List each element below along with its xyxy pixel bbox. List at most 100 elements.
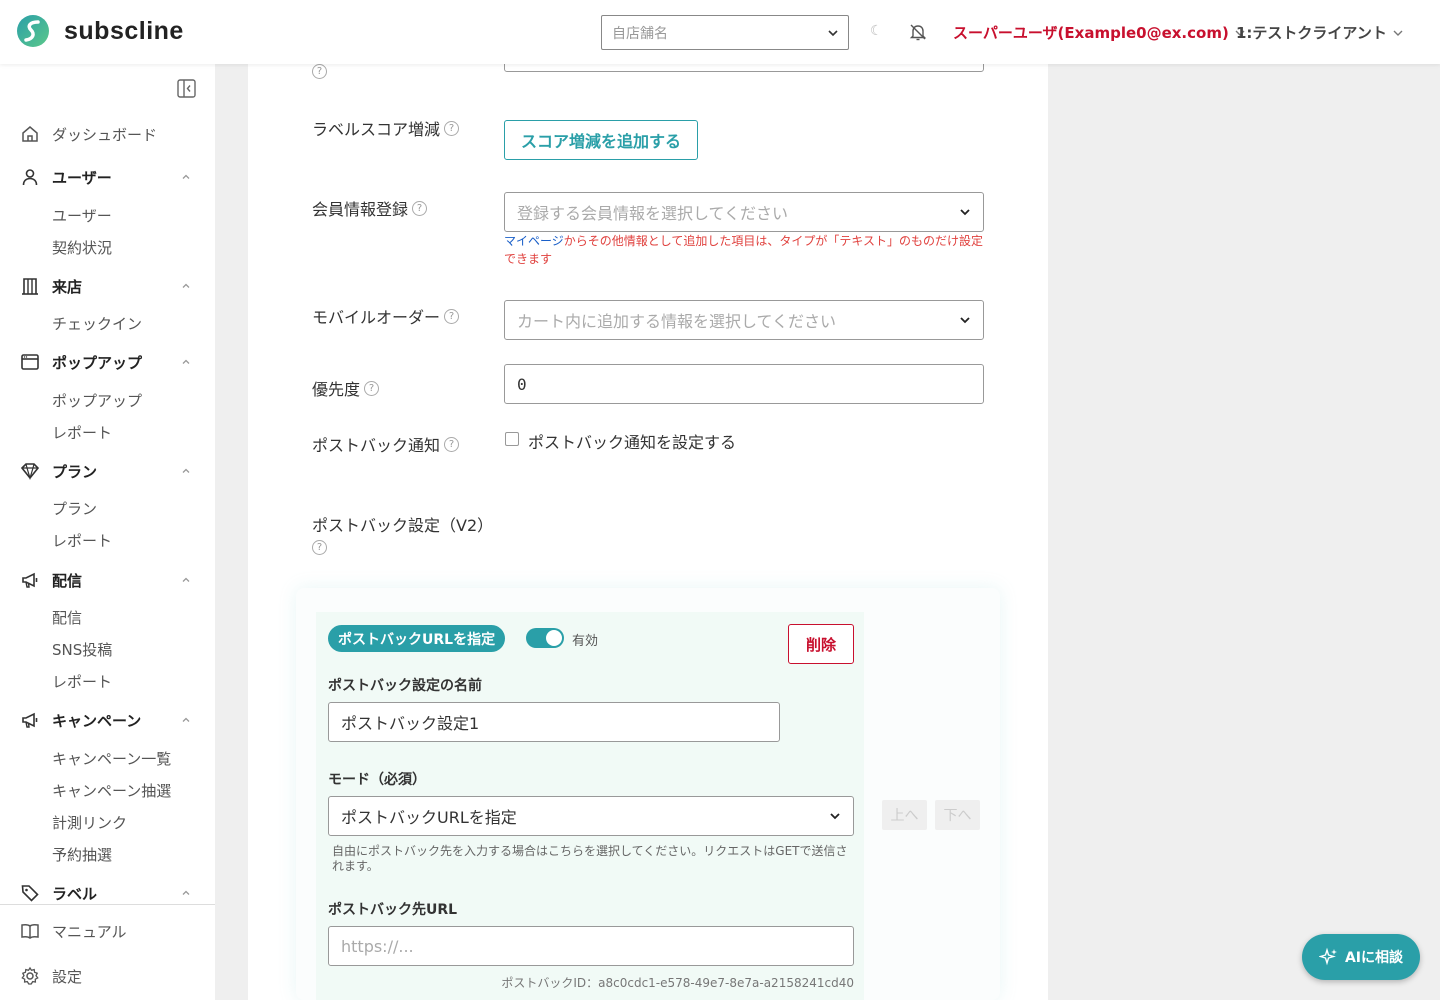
sidebar-item-campaign-lottery[interactable]: キャンペーン抽選	[52, 779, 171, 803]
book-icon	[21, 923, 39, 939]
megaphone-icon	[22, 572, 38, 588]
chevron-down-icon	[828, 29, 838, 36]
chevron-up-icon	[182, 468, 190, 473]
postback-notify-checkbox-label[interactable]: ポストバック通知を設定する	[528, 429, 736, 453]
dark-mode-icon[interactable]: ☾	[870, 23, 883, 39]
delete-postback-button[interactable]: 削除	[788, 624, 854, 664]
sidebar-group-plans[interactable]: プラン	[0, 455, 215, 487]
sidebar-group-popups[interactable]: ポップアップ	[0, 346, 215, 378]
home-icon	[22, 126, 38, 142]
previous-field-input[interactable]	[504, 64, 984, 72]
postback-notify-label: ポストバック通知 ?	[312, 432, 460, 456]
member-info-label-text: 会員情報登録	[312, 200, 409, 219]
priority-value: 0	[517, 374, 527, 394]
sidebar-item-reservation-lottery[interactable]: 予約抽選	[52, 843, 112, 867]
sidebar-group-label: ユーザー	[52, 168, 112, 187]
chevron-down-icon	[830, 813, 840, 820]
chevron-up-icon	[182, 359, 190, 364]
help-icon[interactable]: ?	[312, 540, 327, 555]
add-score-change-button[interactable]: スコア増減を追加する	[504, 120, 698, 160]
postback-name-label: ポストバック設定の名前	[328, 678, 482, 694]
move-up-button[interactable]: 上へ	[882, 800, 927, 830]
postback-url-label: ポストバック先URL	[328, 902, 458, 918]
help-icon[interactable]: ?	[444, 308, 460, 324]
sidebar-item-users[interactable]: ユーザー	[52, 204, 112, 228]
postback-enabled-toggle[interactable]	[526, 628, 564, 648]
sidebar-item-delivery-reports[interactable]: レポート	[52, 670, 112, 694]
sidebar-group-campaign[interactable]: キャンペーン	[0, 704, 215, 736]
sidebar-group-users[interactable]: ユーザー	[0, 161, 215, 193]
sidebar-item-label: 設定	[52, 967, 83, 986]
priority-input[interactable]: 0	[504, 364, 984, 404]
sidebar-item-manual[interactable]: マニュアル	[0, 915, 215, 947]
user-menu[interactable]: スーパーユーザ(Example0@ex.com)	[953, 22, 1245, 43]
client-name: 1:テストクライアント	[1236, 24, 1387, 42]
move-down-button[interactable]: 下へ	[935, 800, 980, 830]
postback-v2-label-text: ポストバック設定（V2）	[312, 516, 494, 535]
sidebar-item-dashboard[interactable]: ダッシュボード	[0, 118, 215, 150]
sidebar-item-campaign-list[interactable]: キャンペーン一覧	[52, 747, 171, 771]
sidebar-group-visits[interactable]: 来店	[0, 270, 215, 302]
sidebar-item-contracts[interactable]: 契約状況	[52, 236, 112, 260]
mobile-order-placeholder: カート内に追加する情報を選択してください	[517, 312, 837, 331]
help-icon[interactable]: ?	[364, 380, 380, 396]
postback-id: ポストバックID：a8c0cdc1-e578-49e7-8e7a-a215824…	[501, 976, 854, 990]
building-icon	[22, 278, 38, 295]
help-icon[interactable]: ?	[312, 64, 327, 79]
postback-url-placeholder: https://...	[341, 936, 414, 956]
sidebar-item-sns[interactable]: SNS投稿	[52, 638, 112, 662]
sidebar-item-settings[interactable]: 設定	[0, 960, 215, 992]
priority-label-text: 優先度	[312, 380, 361, 399]
postback-v2-label: ポストバック設定（V2）	[312, 512, 493, 536]
postback-mode-select[interactable]: ポストバックURLを指定	[328, 796, 854, 836]
ai-consult-button[interactable]: AIに相談	[1302, 934, 1420, 980]
help-icon[interactable]: ?	[444, 436, 460, 452]
postback-type-tag: ポストバックURLを指定	[328, 625, 506, 652]
help-icon[interactable]: ?	[444, 120, 460, 136]
sidebar-bottom: マニュアル 設定	[0, 904, 215, 1000]
store-select[interactable]: 自店舗名	[601, 15, 849, 50]
help-icon[interactable]: ?	[412, 200, 428, 216]
chevron-up-icon	[182, 890, 190, 895]
sidebar-group-delivery[interactable]: 配信	[0, 564, 215, 596]
tag-icon	[21, 885, 39, 902]
postback-notify-label-text: ポストバック通知	[312, 436, 441, 455]
sidebar-group-label: キャンペーン	[52, 711, 142, 730]
bell-off-icon[interactable]	[908, 22, 928, 42]
label-score-label: ラベルスコア増減 ?	[312, 116, 460, 140]
member-info-note: マイページからその他情報として追加した項目は、タイプが「テキスト」のものだけ設定…	[504, 232, 988, 268]
sidebar-group-label: 配信	[52, 571, 83, 590]
sidebar-item-popups[interactable]: ポップアップ	[52, 389, 142, 413]
logo[interactable]: subscline	[16, 14, 184, 48]
user-icon	[22, 169, 38, 186]
main-form-card: ? ラベルスコア増減 ? スコア増減を追加する 会員情報登録 ? 登録する会員情…	[248, 64, 1048, 1000]
sidebar-group-labels[interactable]: ラベル	[0, 877, 215, 904]
mypage-link[interactable]: マイページ	[504, 234, 564, 248]
postback-url-input[interactable]: https://...	[328, 926, 854, 966]
sidebar-item-plans[interactable]: プラン	[52, 497, 97, 521]
sidebar-group-label: ラベル	[52, 884, 98, 903]
postback-mode-label: モード（必須）	[328, 772, 426, 788]
mobile-order-label: モバイルオーダー ?	[312, 304, 460, 328]
subscline-logo-icon	[17, 15, 49, 47]
sidebar-item-popup-reports[interactable]: レポート	[52, 421, 112, 445]
mobile-order-select[interactable]: カート内に追加する情報を選択してください	[504, 300, 984, 340]
chevron-up-icon	[182, 283, 190, 288]
sidebar-collapse-icon[interactable]	[177, 79, 196, 98]
postback-notify-checkbox[interactable]	[505, 432, 519, 446]
chevron-up-icon	[182, 577, 190, 582]
member-info-note-text: からその他情報として追加した項目は、タイプが「テキスト」のものだけ設定できます	[504, 234, 984, 266]
sidebar-item-delivery[interactable]: 配信	[52, 606, 82, 630]
chevron-up-icon	[182, 717, 190, 722]
postback-mode-value: ポストバックURLを指定	[341, 808, 517, 827]
member-info-label: 会員情報登録 ?	[312, 196, 428, 220]
sidebar-item-tracking-links[interactable]: 計測リンク	[52, 811, 127, 835]
sidebar-item-checkin[interactable]: チェックイン	[52, 312, 142, 336]
member-info-select[interactable]: 登録する会員情報を選択してください	[504, 192, 984, 232]
postback-enabled-label: 有効	[572, 634, 599, 649]
chevron-down-icon	[960, 317, 970, 324]
client-menu[interactable]: 1:テストクライアント	[1236, 22, 1403, 43]
postback-name-input[interactable]: ポストバック設定1	[328, 702, 780, 742]
ai-consult-label: AIに相談	[1344, 950, 1404, 966]
sidebar-item-plan-reports[interactable]: レポート	[52, 529, 112, 553]
